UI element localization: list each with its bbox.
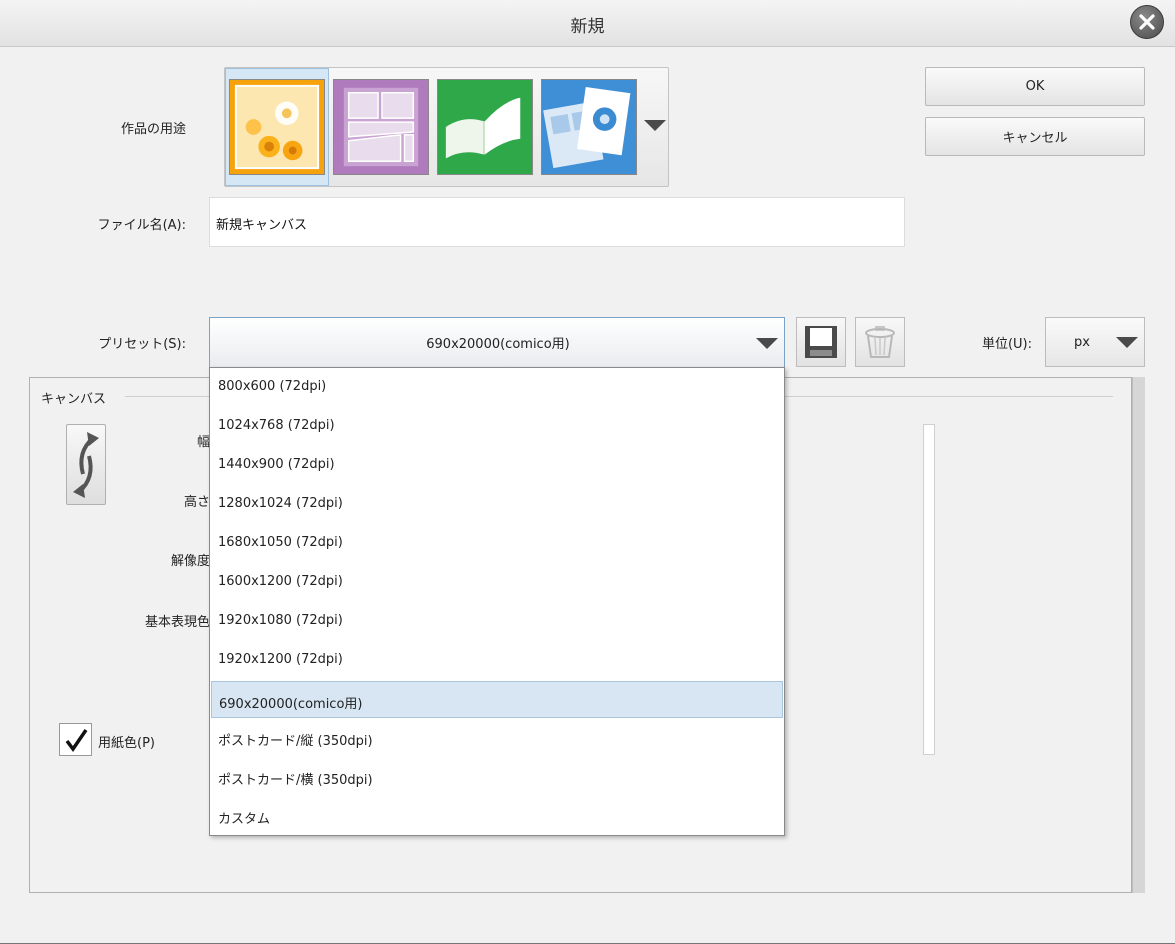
comic-icon [334, 80, 428, 174]
preset-dropdown-list: 800x600 (72dpi) 1024x768 (72dpi) 1440x90… [209, 367, 785, 836]
rotate-arrows-icon [73, 431, 99, 498]
preset-option[interactable]: 800x600 (72dpi) [211, 368, 783, 405]
preview-bar [923, 424, 935, 755]
preset-selected-value: 690x20000(comico用) [426, 337, 570, 352]
checkmark-icon [65, 728, 87, 752]
save-preset-button[interactable] [796, 317, 846, 367]
unit-selected-value: px [1074, 335, 1090, 350]
paper-color-checkbox[interactable] [59, 723, 92, 756]
usage-book[interactable] [437, 79, 533, 175]
panel-scrollbar[interactable] [1132, 377, 1145, 893]
window-title: 新規 [570, 17, 605, 37]
close-icon [1139, 14, 1155, 30]
file-name-label: ファイル名(A): [97, 218, 186, 233]
preset-option[interactable]: 1024x768 (72dpi) [211, 407, 783, 444]
chevron-down-icon [756, 338, 778, 349]
save-icon [805, 326, 837, 358]
usage-comic[interactable] [333, 79, 429, 175]
usage-illustration[interactable] [229, 79, 325, 175]
preset-option[interactable]: ポストカード/横 (350dpi) [211, 758, 783, 795]
preset-option[interactable]: カスタム [211, 797, 783, 834]
preset-option[interactable]: 1280x1024 (72dpi) [211, 485, 783, 522]
ok-button[interactable]: OK [925, 67, 1145, 106]
canvas-section-title: キャンバス [41, 392, 107, 407]
usage-all-comic-settings[interactable] [541, 79, 637, 175]
unit-select[interactable]: px [1045, 317, 1145, 367]
preset-option[interactable]: 1920x1080 (72dpi) [211, 602, 783, 639]
resolution-label: 解像度 [170, 554, 210, 569]
close-button[interactable] [1130, 5, 1164, 39]
preset-option[interactable]: 1440x900 (72dpi) [211, 446, 783, 483]
book-icon [438, 80, 532, 174]
usage-label: 作品の用途 [120, 122, 186, 137]
chevron-down-icon [644, 120, 666, 131]
unit-label: 単位(U): [981, 337, 1032, 352]
color-mode-label: 基本表現色 [144, 615, 210, 630]
preset-option[interactable]: 1680x1050 (72dpi) [211, 524, 783, 561]
preset-option[interactable]: 1600x1200 (72dpi) [211, 563, 783, 600]
all-comic-settings-icon [542, 80, 636, 174]
width-label: 幅 [196, 435, 210, 450]
chevron-down-icon [1116, 337, 1138, 348]
preset-option[interactable]: 1920x1200 (72dpi) [211, 641, 783, 678]
preset-option[interactable]: ポストカード/縦 (350dpi) [211, 719, 783, 756]
paper-color-label: 用紙色(P) [98, 736, 155, 751]
preset-select[interactable]: 690x20000(comico用) [209, 317, 785, 368]
trash-icon [865, 326, 895, 358]
usage-more-button[interactable] [644, 120, 666, 131]
delete-preset-button[interactable] [855, 317, 905, 367]
illustration-icon [230, 80, 324, 174]
preset-label: プリセット(S): [98, 337, 186, 352]
cancel-button[interactable]: キャンセル [925, 117, 1145, 156]
file-name-input[interactable]: 新規キャンバス [209, 197, 905, 247]
preset-option-selected[interactable]: 690x20000(comico用) [211, 681, 783, 718]
height-label: 高さ [183, 495, 210, 510]
swap-dimensions-button[interactable] [66, 424, 106, 505]
